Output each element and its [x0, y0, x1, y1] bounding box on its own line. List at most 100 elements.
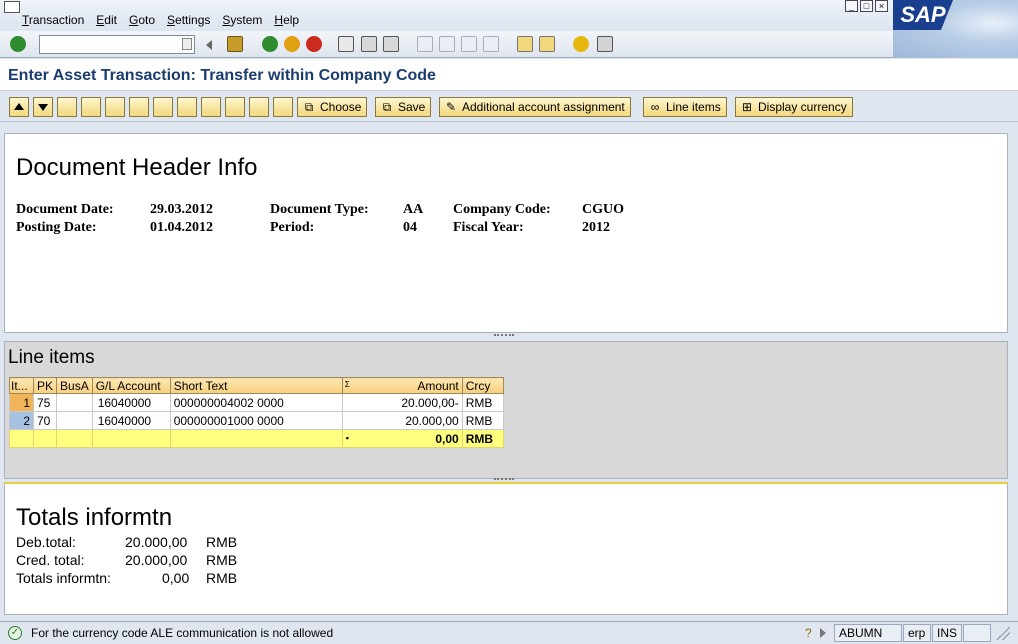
col-gl-account[interactable]: G/L Account: [91, 377, 171, 394]
find-button[interactable]: [81, 97, 101, 117]
find-icon[interactable]: [361, 36, 377, 52]
print-button[interactable]: [105, 97, 125, 117]
save-disk-icon[interactable]: [227, 36, 243, 52]
col-amount-label: Amount: [417, 378, 459, 393]
status-expand-icon[interactable]: [820, 628, 826, 638]
window-controls: _ □ ×: [845, 0, 888, 12]
prev-page-icon[interactable]: [439, 36, 455, 52]
total-button[interactable]: [225, 97, 245, 117]
totals-title: Totals informtn: [16, 504, 173, 531]
shortcut-icon[interactable]: [539, 36, 555, 52]
row-1-busa: [56, 393, 93, 412]
document-type-label: Document Type:: [270, 202, 369, 217]
company-code-label: Company Code:: [453, 202, 551, 217]
total-amount: 0,00: [435, 431, 459, 446]
print-icon[interactable]: [338, 36, 354, 52]
minimize-icon[interactable]: _: [845, 0, 858, 12]
display-currency-button[interactable]: ⊞ Display currency: [735, 97, 853, 117]
command-dropdown-icon[interactable]: [182, 38, 192, 50]
line-items-title: Line items: [8, 347, 95, 368]
row-2-gl: 16040000: [91, 411, 171, 430]
app-menu-icon[interactable]: [4, 1, 20, 13]
col-busa[interactable]: BusA: [56, 377, 93, 394]
menu-help[interactable]: Help: [274, 13, 299, 27]
total-row: ▪ 0,00 RMB: [9, 429, 504, 448]
choose-button[interactable]: ⧉ Choose: [297, 97, 368, 117]
status-user-text: ABUMN: [839, 626, 883, 640]
fiscal-year-label: Fiscal Year:: [453, 220, 524, 235]
row-1-amount: 20.000,00-: [341, 393, 463, 412]
debit-total-label: Deb.total:: [16, 534, 76, 550]
enter-check-icon[interactable]: [10, 36, 26, 52]
details-button[interactable]: [57, 97, 77, 117]
layout-button[interactable]: [201, 97, 221, 117]
add-row-button[interactable]: [273, 97, 293, 117]
document-date-label: Document Date:: [16, 202, 114, 217]
table-row[interactable]: 1 75 16040000 000000004002 0000 20.000,0…: [9, 393, 504, 412]
col-item[interactable]: It...: [9, 377, 34, 394]
scroll-down-button[interactable]: [33, 97, 53, 117]
new-session-icon[interactable]: [517, 36, 533, 52]
menu-goto[interactable]: Goto: [129, 13, 155, 27]
total-blank-2: [32, 429, 58, 448]
next-page-icon[interactable]: [461, 36, 477, 52]
row-1-item[interactable]: 1: [9, 393, 34, 412]
row-2-busa: [56, 411, 93, 430]
export-button[interactable]: [177, 97, 197, 117]
status-message[interactable]: For the currency code ALE communication …: [31, 626, 333, 640]
last-page-icon[interactable]: [483, 36, 499, 52]
col-pk[interactable]: PK: [32, 377, 58, 394]
menu-items: Transaction Edit Goto Settings System He…: [22, 13, 311, 27]
document-date-value: 29.03.2012: [150, 202, 213, 217]
cancel-icon[interactable]: [306, 36, 322, 52]
menu-transaction[interactable]: Transaction: [22, 13, 84, 27]
table-row[interactable]: 2 70 16040000 000000001000 0000 20.000,0…: [9, 411, 504, 430]
total-blank-4: [91, 429, 171, 448]
help-icon[interactable]: [573, 36, 589, 52]
glasses-icon: ∞: [650, 100, 660, 114]
triangle-up-icon: [14, 103, 24, 110]
additional-account-assignment-button[interactable]: ✎ Additional account assignment: [439, 97, 631, 117]
row-2-text: 000000001000 0000: [169, 411, 343, 430]
display-currency-label: Display currency: [758, 100, 847, 114]
row-1-text: 000000004002 0000: [169, 393, 343, 412]
row-1-crcy: RMB: [461, 393, 504, 412]
col-amount[interactable]: Σ Amount: [341, 377, 463, 394]
filter-button[interactable]: [129, 97, 149, 117]
page-title: Enter Asset Transaction: Transfer within…: [8, 67, 436, 84]
sum-marker: Σ: [344, 380, 350, 389]
command-field[interactable]: [39, 35, 195, 54]
set-filter-button[interactable]: [153, 97, 173, 117]
splitter-grip-bottom[interactable]: [494, 478, 514, 480]
resize-grip-icon[interactable]: [996, 626, 1010, 640]
posting-date-value: 01.04.2012: [150, 220, 213, 235]
debit-total-crcy: RMB: [206, 534, 238, 550]
close-window-icon[interactable]: ×: [875, 0, 888, 12]
debit-total-value: 20.000,00: [125, 534, 188, 550]
menu-edit[interactable]: Edit: [96, 13, 117, 27]
layout-menu-icon[interactable]: [597, 36, 613, 52]
exit-icon[interactable]: [284, 36, 300, 52]
menu-settings[interactable]: Settings: [167, 13, 210, 27]
save-label: Save: [398, 100, 426, 114]
back-icon[interactable]: [262, 36, 278, 52]
splitter-grip-top[interactable]: [494, 334, 514, 336]
status-help-icon[interactable]: ?: [805, 626, 817, 640]
first-page-icon[interactable]: [417, 36, 433, 52]
scroll-up-button[interactable]: [9, 97, 29, 117]
row-2-pk: 70: [32, 411, 58, 430]
row-2-amount: 20.000,00: [341, 411, 463, 430]
collapse-arrow-icon[interactable]: [206, 40, 212, 50]
save-button[interactable]: ⧉ Save: [375, 97, 432, 117]
credit-total-label: Cred. total:: [16, 552, 85, 568]
menu-system[interactable]: System: [222, 13, 262, 27]
subtotal-button[interactable]: [249, 97, 269, 117]
find-next-icon[interactable]: [383, 36, 399, 52]
col-short-text[interactable]: Short Text: [169, 377, 343, 394]
table-header-row: It... PK BusA G/L Account Short Text Σ Am…: [9, 377, 504, 394]
line-items-button[interactable]: ∞ Line items: [643, 97, 727, 117]
col-currency[interactable]: Crcy: [461, 377, 504, 394]
row-2-item[interactable]: 2: [9, 411, 34, 430]
totals-info-value: 0,00: [162, 570, 190, 586]
maximize-icon[interactable]: □: [860, 0, 873, 12]
